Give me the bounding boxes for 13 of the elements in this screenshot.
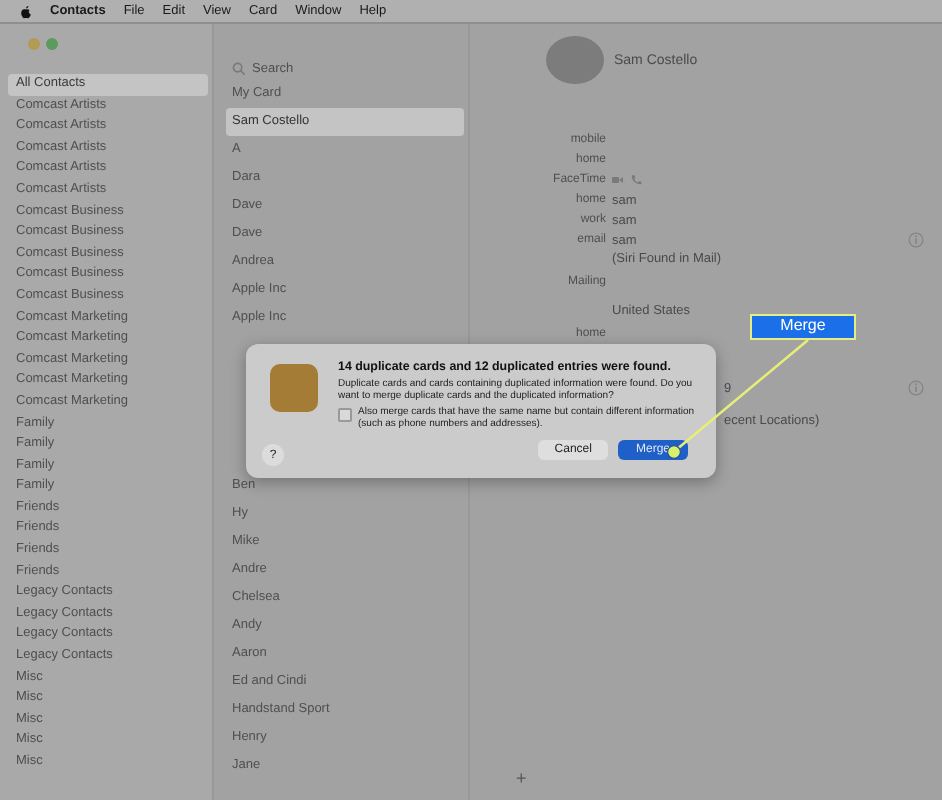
search-icon	[232, 62, 246, 76]
info-icon[interactable]	[908, 380, 924, 396]
zoom-dot-icon[interactable]	[46, 38, 58, 50]
avatar-photo-placeholder	[546, 36, 604, 84]
minimize-dot-icon[interactable]	[28, 38, 40, 50]
apple-logo-icon[interactable]	[20, 3, 32, 19]
checkbox[interactable]	[338, 408, 352, 422]
video-camera-icon[interactable]	[612, 174, 624, 186]
contacts-app-icon	[270, 364, 318, 412]
add-button[interactable]: +	[516, 768, 527, 788]
callout-label: Merge	[750, 314, 856, 340]
phone-icon[interactable]	[630, 174, 642, 186]
info-icon[interactable]	[908, 232, 924, 248]
